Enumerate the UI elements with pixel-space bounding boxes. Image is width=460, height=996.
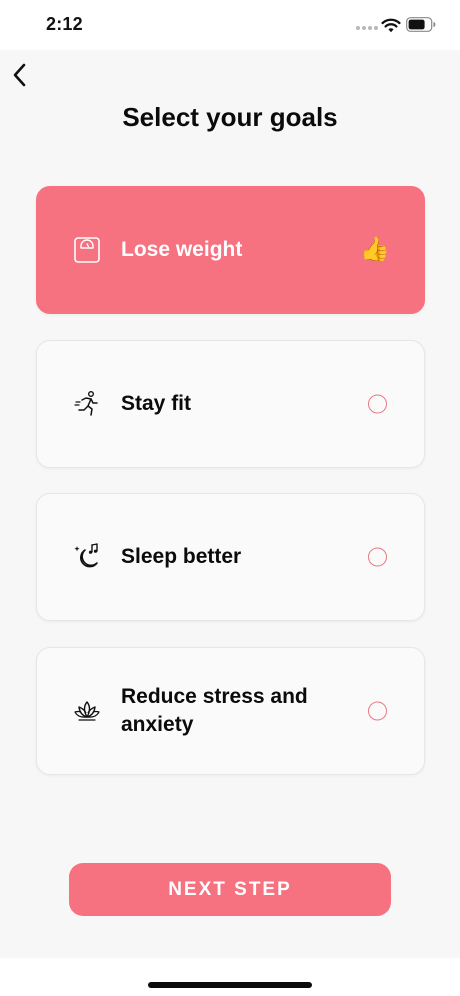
goal-label: Reduce stress and anxiety — [121, 685, 308, 736]
goal-radio[interactable] — [368, 394, 387, 414]
status-time: 2:12 — [46, 14, 83, 34]
goal-label: Stay fit — [121, 392, 192, 415]
cellular-signal-icon — [356, 26, 378, 30]
chevron-left-icon — [13, 63, 26, 87]
goal-selection-screen: Select your goals Lose weight 👍 Stay fit — [0, 50, 460, 958]
goal-radio[interactable] — [368, 547, 387, 567]
goal-card-stay-fit[interactable]: Stay fit — [36, 340, 425, 468]
goal-label: Lose weight — [121, 238, 243, 261]
goal-card-reduce-stress[interactable]: Reduce stress and anxiety — [36, 647, 425, 775]
page-title: Select your goals — [122, 102, 338, 132]
status-bar: 2:12 — [0, 0, 460, 50]
goal-card-sleep-better[interactable]: Sleep better — [36, 493, 425, 621]
lotus-icon — [74, 701, 100, 721]
moon-stars-icon — [74, 543, 98, 568]
next-step-button[interactable]: NEXT STEP — [69, 863, 391, 916]
home-indicator[interactable] — [148, 982, 312, 988]
home-area — [0, 958, 460, 996]
running-person-icon — [74, 391, 98, 416]
goal-radio[interactable] — [368, 701, 387, 721]
back-button[interactable] — [6, 60, 34, 90]
wifi-icon — [381, 18, 401, 33]
goal-label: Sleep better — [121, 545, 242, 568]
thumbs-up-icon: 👍 — [360, 236, 390, 263]
scale-icon — [74, 237, 100, 263]
goal-card-lose-weight[interactable]: Lose weight 👍 — [36, 186, 425, 314]
battery-icon — [406, 17, 436, 32]
